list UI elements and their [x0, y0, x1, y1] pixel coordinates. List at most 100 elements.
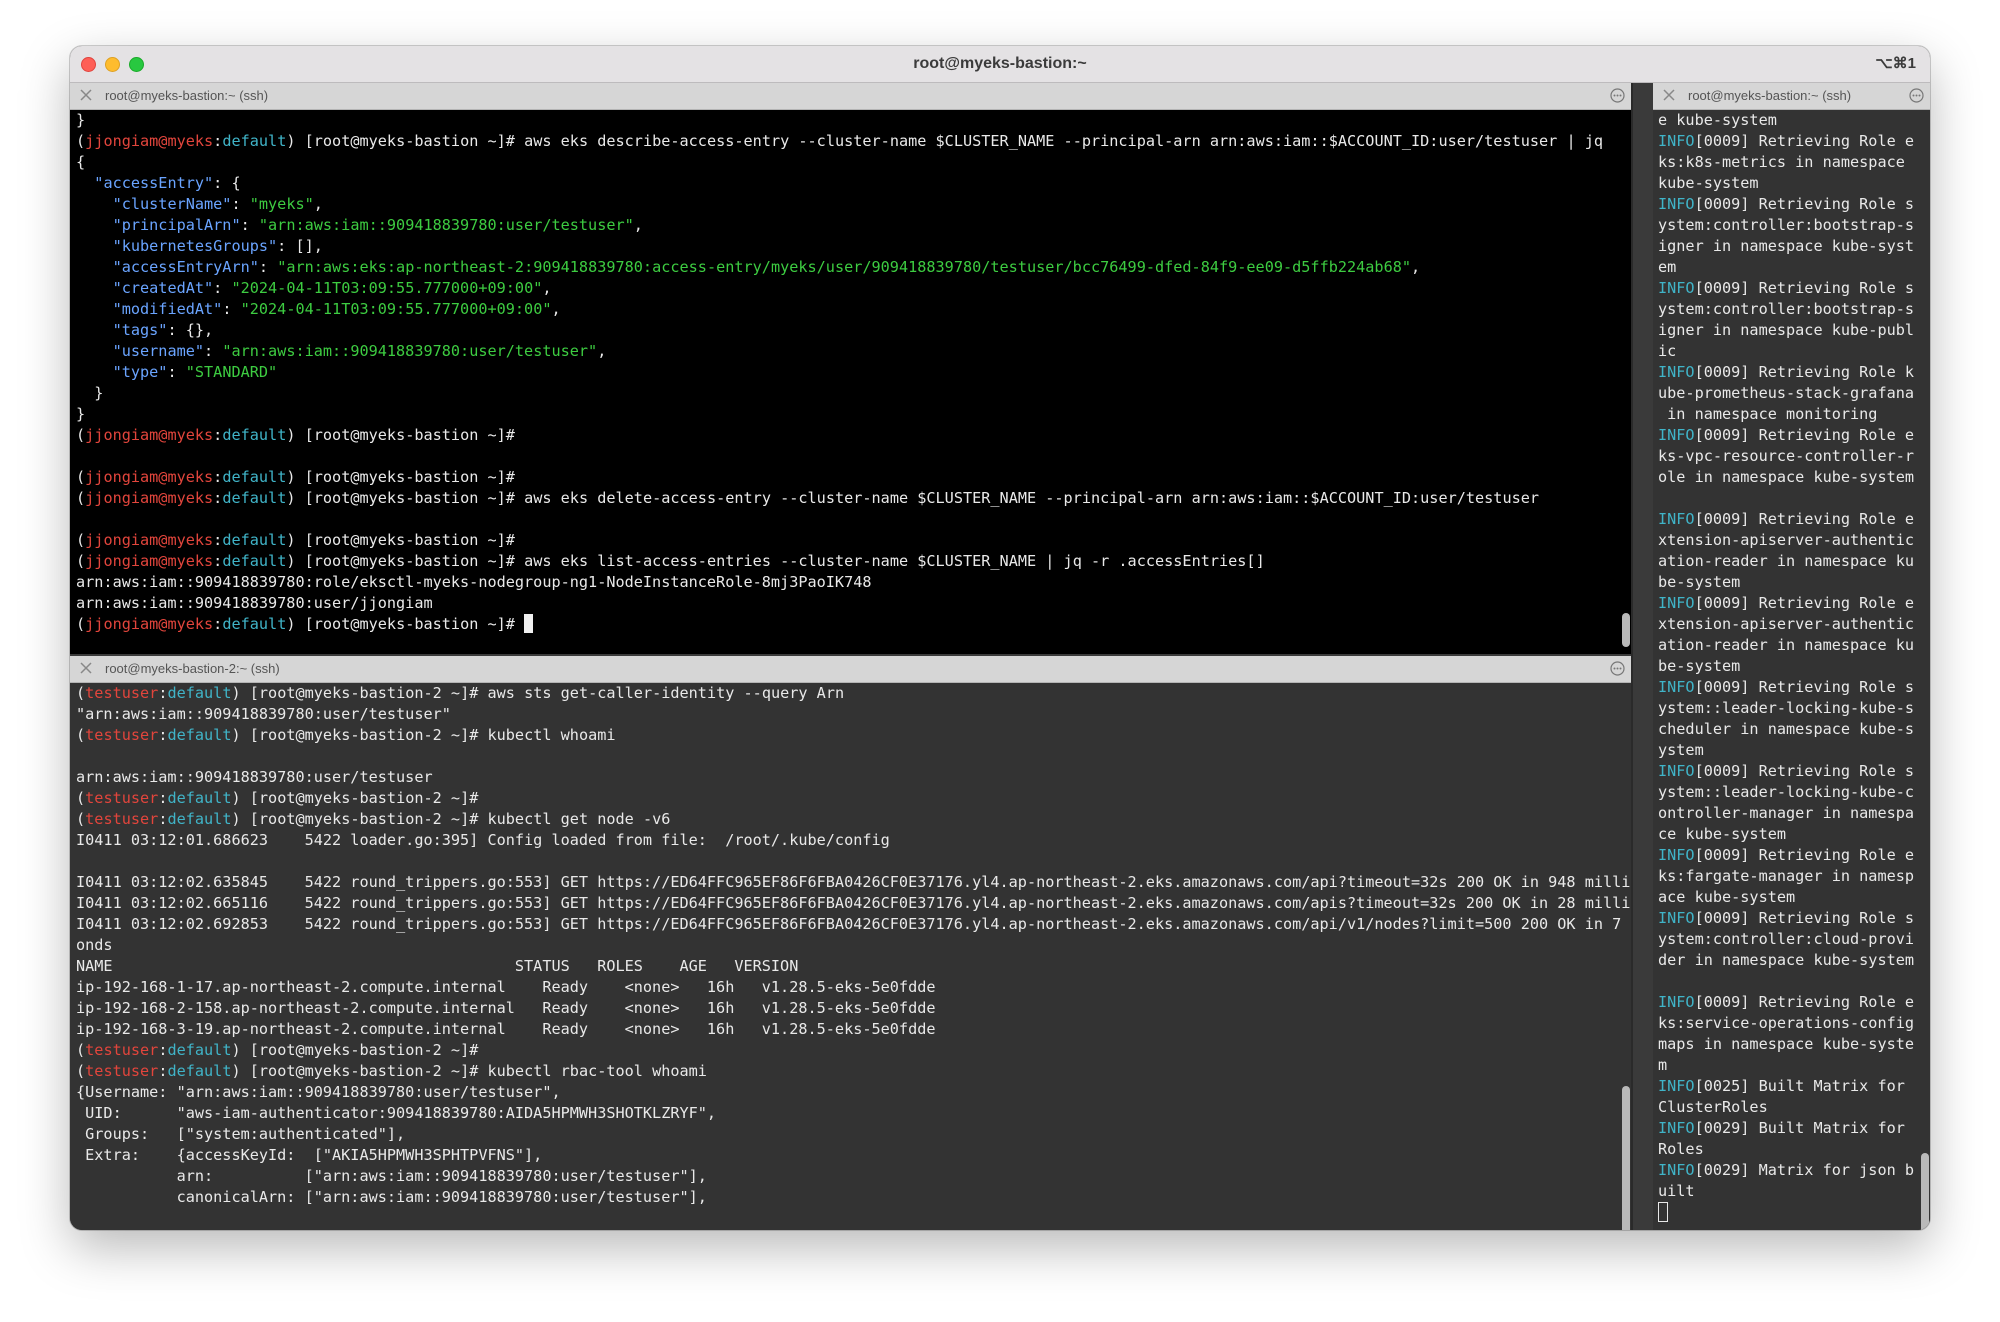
terminal-line: INFO[0009] Retrieving Role e — [1658, 992, 1930, 1013]
pane-menu-icon[interactable] — [1610, 88, 1625, 103]
terminal-text: be-system — [1658, 573, 1741, 591]
terminal-text: be-system — [1658, 657, 1741, 675]
terminal-text: default — [222, 552, 287, 570]
terminal-text: "myeks" — [249, 195, 314, 213]
terminal-text: "2024-04-11T03:09:55.777000+09:00" — [240, 300, 552, 318]
scrollbar-thumb[interactable] — [1622, 613, 1630, 647]
terminal-text: ) [root@myeks-bastion-2 ~]# kubectl whoa… — [231, 726, 616, 744]
terminal-line: ClusterRoles — [1658, 1097, 1930, 1118]
terminal-line: Roles — [1658, 1139, 1930, 1160]
terminal-line: INFO[0009] Retrieving Role e — [1658, 425, 1930, 446]
terminal-line: (jjongiam@myeks:default) [root@myeks-bas… — [76, 467, 1625, 488]
terminal-line: arn:aws:iam::909418839780:user/testuser — [76, 767, 1625, 788]
terminal-line: "accessEntry": { — [76, 173, 1625, 194]
terminal-line: ic — [1658, 341, 1930, 362]
terminal-text: ce kube-system — [1658, 825, 1787, 843]
terminal-text: default — [167, 1062, 232, 1080]
pane-bottom-left-body[interactable]: (testuser:default) [root@myeks-bastion-2… — [70, 683, 1631, 1230]
terminal-text: ) [root@myeks-bastion-2 ~]# — [231, 1041, 479, 1059]
terminal-line: "kubernetesGroups": [], — [76, 236, 1625, 257]
scrollbar-thumb[interactable] — [1622, 1086, 1630, 1230]
text-cursor — [524, 614, 534, 633]
pane-bottom-left[interactable]: root@myeks-bastion-2:~ (ssh) (testuser:d… — [70, 656, 1631, 1230]
terminal-text: ystem — [1658, 741, 1704, 759]
terminal-line: der in namespace kube-system — [1658, 950, 1930, 971]
terminal-text: ks:k8s-metrics in namespace — [1658, 153, 1905, 171]
terminal-text: I0411 03:12:01.686623 5422 loader.go:395… — [76, 831, 890, 849]
pane-bottom-left-header: root@myeks-bastion-2:~ (ssh) — [70, 656, 1631, 683]
terminal-text: "2024-04-11T03:09:55.777000+09:00" — [231, 279, 543, 297]
terminal-text: ( — [76, 132, 86, 150]
terminal-line: INFO[0029] Built Matrix for — [1658, 1118, 1930, 1139]
terminal-text: "type" — [112, 363, 168, 381]
terminal-line: (jjongiam@myeks:default) [root@myeks-bas… — [76, 425, 1625, 446]
pane-right[interactable]: root@myeks-bastion:~ (ssh) e kube-system… — [1653, 83, 1930, 1230]
terminal-text: [0009] Retrieving Role s — [1694, 909, 1915, 927]
scrollbar[interactable] — [1621, 686, 1631, 1230]
terminal-text: ( — [76, 615, 86, 633]
terminal-line: Groups: ["system:authenticated"], — [76, 1124, 1625, 1145]
terminal-text: INFO — [1658, 132, 1695, 150]
scrollbar[interactable] — [1621, 113, 1631, 650]
pane-divider[interactable] — [1631, 83, 1633, 1230]
terminal-text: arn: ["arn:aws:iam::909418839780:user/te… — [76, 1167, 707, 1185]
terminal-text: "accessEntry" — [94, 174, 214, 192]
terminal-text: [0009] Retrieving Role e — [1694, 993, 1915, 1011]
terminal-text: jjongiam@myeks — [85, 615, 214, 633]
terminal-text: default — [222, 489, 287, 507]
terminal-text: : — [213, 468, 223, 486]
close-pane-icon[interactable] — [79, 88, 93, 102]
terminal-text: ) [root@myeks-bastion-2 ~]# — [231, 789, 479, 807]
terminal-text: INFO — [1658, 846, 1695, 864]
terminal-text: : — [213, 552, 223, 570]
terminal-text: ation-reader in namespace ku — [1658, 636, 1915, 654]
scrollbar-thumb[interactable] — [1921, 1153, 1929, 1230]
pane-top-left[interactable]: root@myeks-bastion:~ (ssh) } (jjongiam@my… — [70, 83, 1631, 654]
close-pane-icon[interactable] — [1662, 88, 1676, 102]
terminal-line: ks:fargate-manager in namesp — [1658, 866, 1930, 887]
terminal-text: [0009] Retrieving Role s — [1694, 195, 1915, 213]
terminal-text: jjongiam@myeks — [85, 426, 214, 444]
pane-menu-icon[interactable] — [1909, 88, 1924, 103]
terminal-text: "createdAt" — [112, 279, 214, 297]
terminal-text: xtension-apiserver-authentic — [1658, 615, 1915, 633]
terminal-text: [0009] Retrieving Role s — [1694, 678, 1915, 696]
terminal-text: ClusterRoles — [1658, 1098, 1768, 1116]
terminal-line: INFO[0009] Retrieving Role s — [1658, 908, 1930, 929]
scrollbar[interactable] — [1920, 113, 1930, 1230]
terminal-text: default — [222, 531, 287, 549]
terminal-line: "tags": {}, — [76, 320, 1625, 341]
terminal-line: arn:aws:iam::909418839780:role/eksctl-my… — [76, 572, 1625, 593]
terminal-text: I0411 03:12:02.692853 5422 round_tripper… — [76, 915, 1631, 933]
terminal-text: jjongiam@myeks — [85, 531, 214, 549]
terminal-text: INFO — [1658, 594, 1695, 612]
terminal-line: I0411 03:12:01.686623 5422 loader.go:395… — [76, 830, 1625, 851]
terminal-text: ( — [76, 426, 86, 444]
pane-top-left-body[interactable]: } (jjongiam@myeks:default) [root@myeks-ba… — [70, 110, 1631, 654]
terminal-text: : — [258, 258, 278, 276]
terminal-text: der in namespace kube-system — [1658, 951, 1915, 969]
close-pane-icon[interactable] — [79, 661, 93, 675]
terminal-text: I0411 03:12:02.635845 5422 round_tripper… — [76, 873, 1631, 891]
pane-right-body[interactable]: e kube-system INFO[0009] Retrieving Role … — [1653, 110, 1930, 1230]
terminal-line: INFO[0009] Retrieving Role e — [1658, 131, 1930, 152]
terminal-text: jjongiam@myeks — [85, 468, 214, 486]
terminal-text: testuser — [85, 1041, 159, 1059]
terminal-text: igner in namespace kube-syst — [1658, 237, 1915, 255]
terminal-line: in namespace monitoring — [1658, 404, 1930, 425]
terminal-text: INFO — [1658, 363, 1695, 381]
terminal-text: uilt — [1658, 1182, 1695, 1200]
terminal-line: em — [1658, 257, 1930, 278]
terminal-line: INFO[0009] Retrieving Role s — [1658, 194, 1930, 215]
terminal-text: [0025] Built Matrix for — [1694, 1077, 1905, 1095]
terminal-text: [0009] Retrieving Role e — [1694, 132, 1915, 150]
terminal-text: testuser — [85, 726, 159, 744]
terminal-text: ( — [76, 726, 86, 744]
pane-menu-icon[interactable] — [1610, 661, 1625, 676]
terminal-text: ks:service-operations-config — [1658, 1014, 1915, 1032]
terminal-text: , — [313, 195, 323, 213]
terminal-text: { — [76, 153, 86, 171]
